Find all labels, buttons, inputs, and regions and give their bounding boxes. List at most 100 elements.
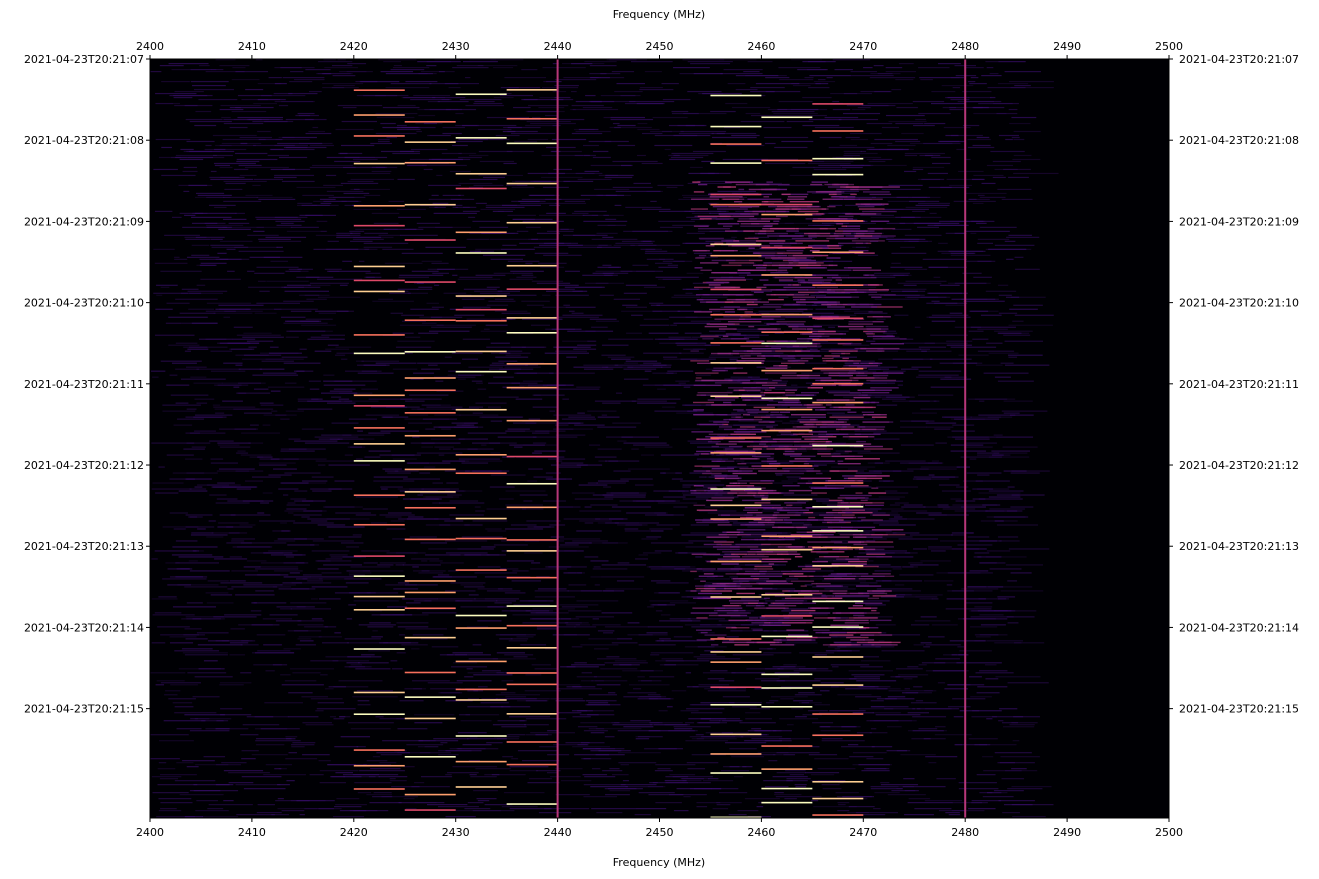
wideband-mark xyxy=(843,365,870,367)
noise-mark xyxy=(433,212,477,214)
noise-mark xyxy=(473,184,504,187)
noise-mark xyxy=(172,472,218,474)
wideband-mark xyxy=(873,374,889,377)
noise-mark xyxy=(458,194,465,197)
noise-mark xyxy=(646,566,675,568)
wideband-mark xyxy=(870,343,904,345)
noise-mark xyxy=(689,166,703,169)
noise-mark xyxy=(290,498,307,500)
noise-mark xyxy=(506,184,528,187)
noise-mark xyxy=(655,764,696,766)
wideband-mark xyxy=(759,279,769,281)
noise-mark xyxy=(507,126,522,129)
wideband-mark xyxy=(789,455,816,458)
noise-mark xyxy=(601,414,608,416)
noise-mark xyxy=(287,502,296,504)
noise-mark xyxy=(818,78,826,81)
noise-mark xyxy=(190,718,199,720)
noise-mark xyxy=(190,376,207,378)
noise-mark xyxy=(977,260,992,262)
noise-mark xyxy=(750,114,784,117)
wideband-mark xyxy=(870,227,883,230)
noise-mark xyxy=(949,640,986,642)
noise-mark xyxy=(204,148,247,151)
noise-mark xyxy=(781,422,794,424)
noise-mark xyxy=(195,110,212,113)
noise-mark xyxy=(973,174,1004,177)
noise-mark xyxy=(737,810,759,812)
noise-mark xyxy=(160,270,202,272)
noise-mark xyxy=(970,232,977,234)
noise-mark xyxy=(786,324,805,326)
wideband-mark xyxy=(694,286,710,289)
noise-mark xyxy=(272,468,297,470)
noise-mark xyxy=(856,732,872,734)
noise-mark xyxy=(309,544,320,546)
wideband-mark xyxy=(756,286,767,289)
noise-mark xyxy=(158,466,165,468)
noise-mark xyxy=(974,552,990,554)
noise-mark xyxy=(361,388,379,390)
noise-mark xyxy=(203,756,226,758)
wideband-mark xyxy=(868,311,883,313)
noise-mark xyxy=(630,720,651,722)
noise-mark xyxy=(305,276,334,278)
noise-mark xyxy=(477,64,518,67)
noise-mark xyxy=(571,132,603,135)
noise-mark xyxy=(712,808,729,810)
wideband-mark xyxy=(699,423,724,426)
noise-mark xyxy=(749,708,770,710)
noise-mark xyxy=(357,792,372,794)
noise-mark xyxy=(985,290,1017,292)
noise-mark xyxy=(428,198,462,201)
noise-mark xyxy=(675,380,690,382)
noise-mark xyxy=(467,802,484,804)
noise-mark xyxy=(812,722,834,724)
noise-mark xyxy=(289,572,300,574)
noise-mark xyxy=(1014,314,1054,316)
noise-mark xyxy=(699,476,707,478)
wideband-mark xyxy=(753,291,764,293)
noise-mark xyxy=(242,336,284,338)
noise-mark xyxy=(260,728,300,730)
noise-mark xyxy=(764,740,792,742)
noise-mark xyxy=(195,414,233,416)
wideband-mark xyxy=(824,355,840,357)
noise-mark xyxy=(231,78,260,81)
wideband-mark xyxy=(811,438,825,440)
noise-mark xyxy=(279,156,308,159)
noise-mark xyxy=(669,158,696,161)
noise-mark xyxy=(553,428,574,430)
noise-mark xyxy=(875,624,896,626)
wideband-mark xyxy=(713,279,747,281)
noise-mark xyxy=(186,766,199,768)
wideband-mark xyxy=(801,416,827,418)
noise-mark xyxy=(780,698,794,700)
noise-mark xyxy=(896,106,918,109)
noise-mark xyxy=(952,362,983,364)
noise-mark xyxy=(956,662,1002,664)
wideband-mark xyxy=(789,201,820,203)
noise-mark xyxy=(785,642,818,644)
noise-mark xyxy=(371,212,400,214)
noise-mark xyxy=(350,240,373,242)
noise-mark xyxy=(963,446,993,448)
noise-mark xyxy=(603,116,646,119)
noise-mark xyxy=(972,710,980,712)
noise-mark xyxy=(604,736,615,738)
noise-mark xyxy=(228,772,270,774)
noise-mark xyxy=(854,312,888,314)
noise-mark xyxy=(1006,236,1040,238)
noise-mark xyxy=(691,212,711,214)
noise-mark xyxy=(654,134,698,137)
noise-mark xyxy=(509,444,545,446)
noise-mark xyxy=(503,792,545,794)
noise-mark xyxy=(635,808,667,810)
noise-mark xyxy=(220,708,243,710)
noise-mark xyxy=(876,588,913,590)
noise-mark xyxy=(894,596,917,598)
noise-mark xyxy=(458,378,466,380)
noise-mark xyxy=(857,452,900,454)
noise-mark xyxy=(760,680,785,682)
noise-mark xyxy=(901,132,924,135)
